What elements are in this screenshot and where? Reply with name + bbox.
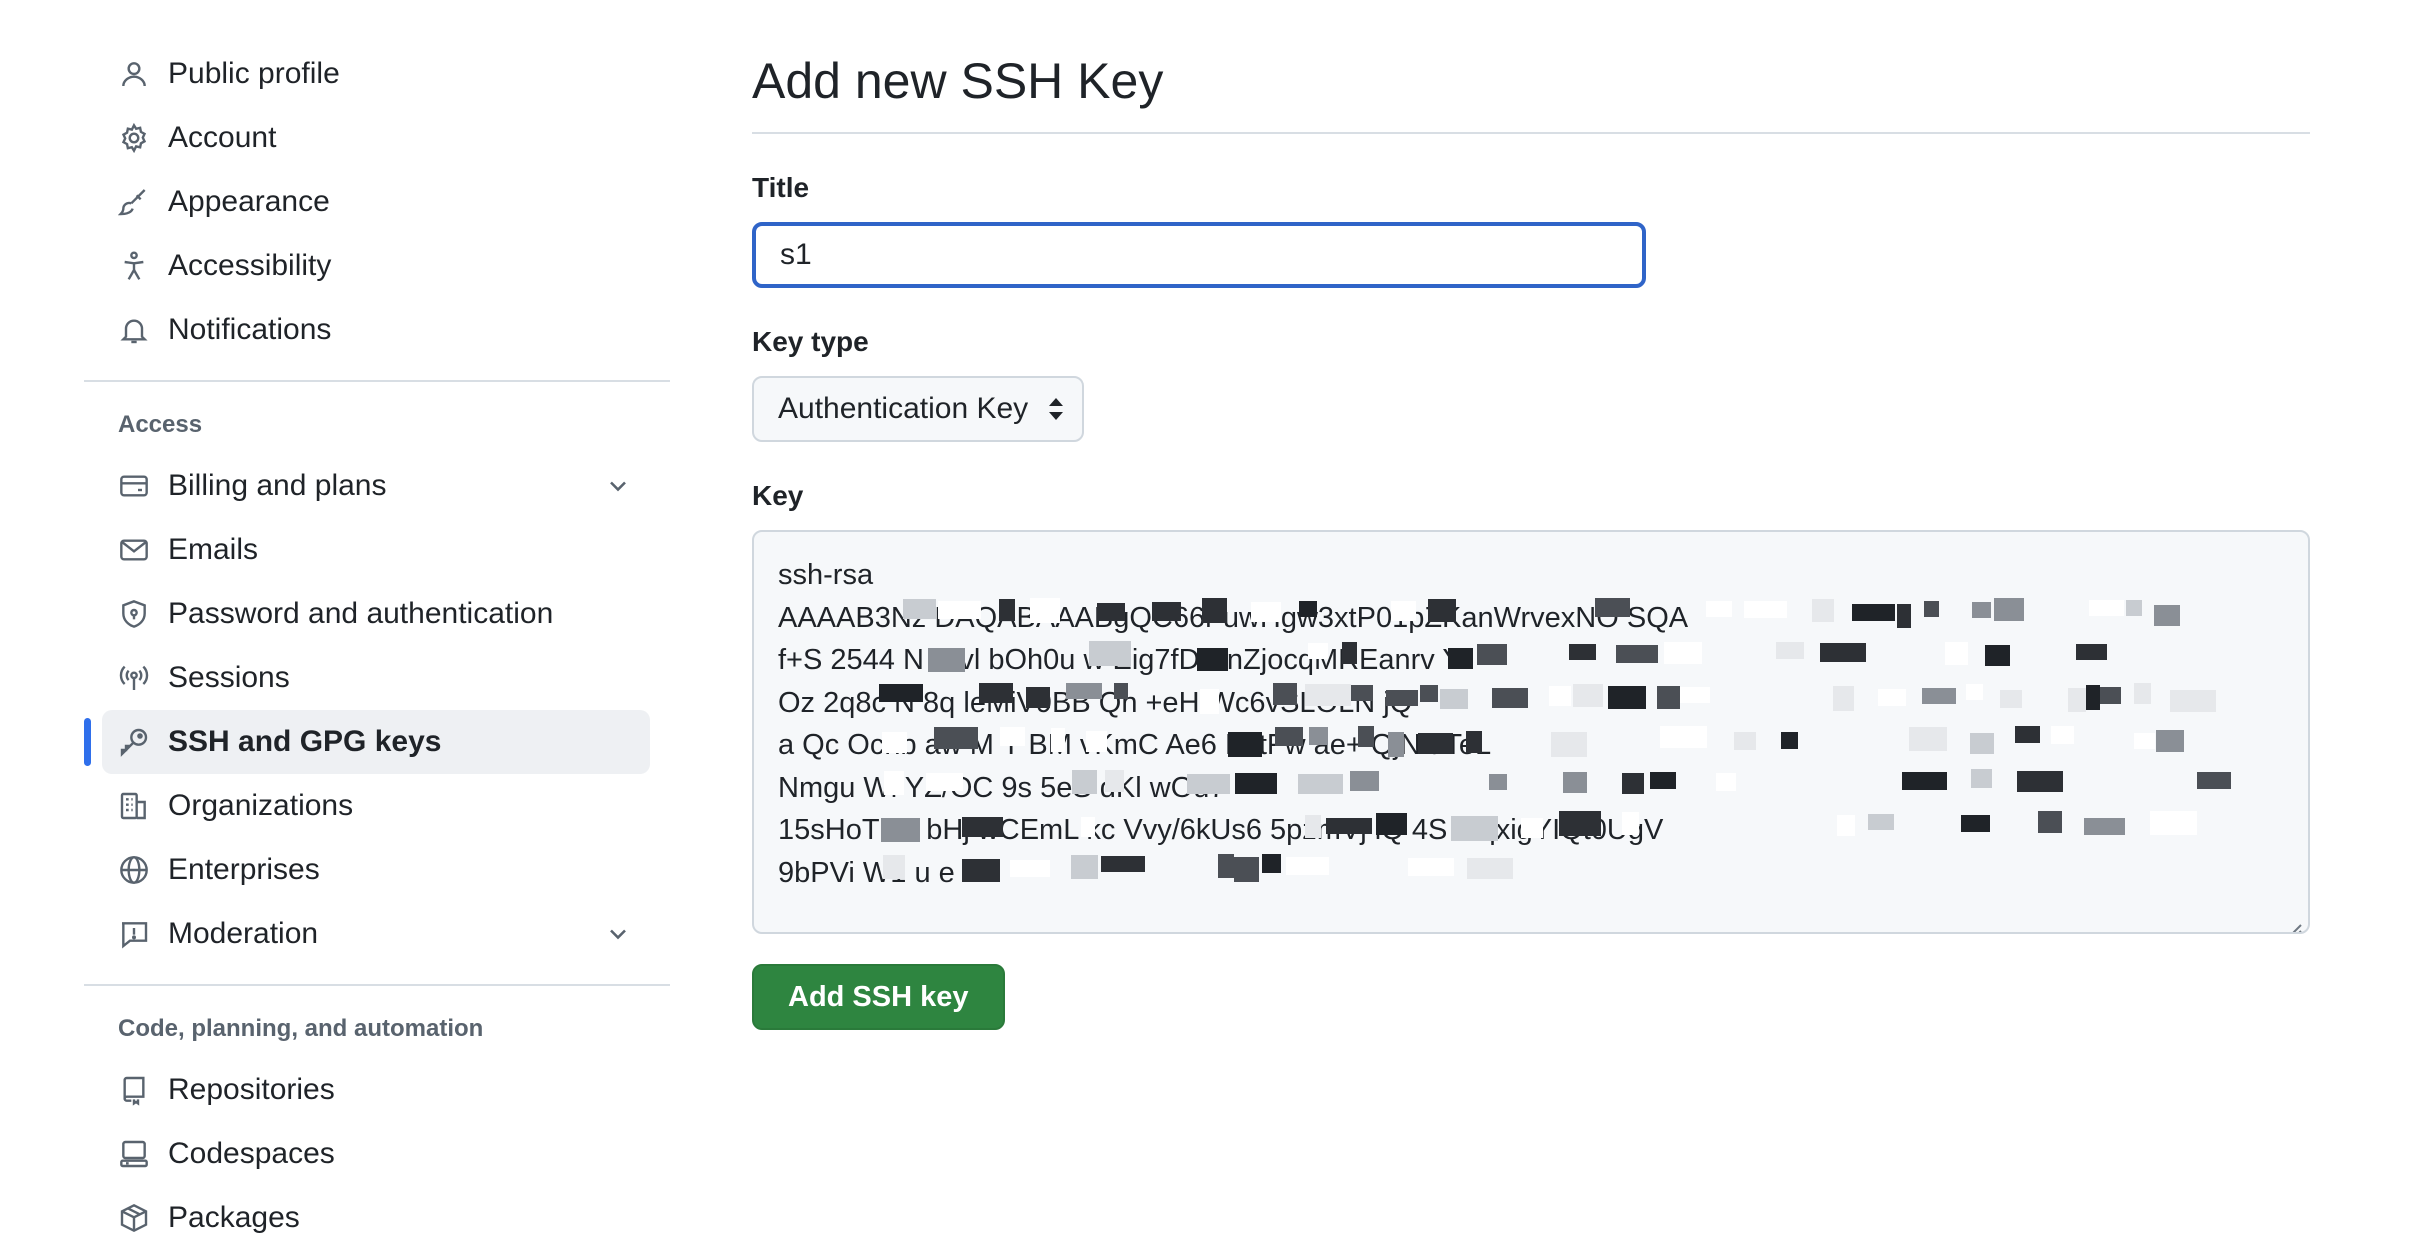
sidebar-item-ssh-and-gpg-keys[interactable]: SSH and GPG keys <box>84 710 650 774</box>
sidebar-item-label: Accessibility <box>168 249 332 282</box>
key-type-select[interactable]: Authentication Key <box>752 376 1085 442</box>
sidebar-item-label: Emails <box>168 533 259 566</box>
main-content: Add new SSH Key Title Key type Authentic… <box>752 40 2310 1030</box>
mail-icon <box>118 534 150 566</box>
key-label: Key <box>752 480 804 511</box>
sidebar-item-notifications[interactable]: Notifications <box>102 298 650 362</box>
key-text-line: a Qc Ocnb aw M Y BM vKmC Ae6 KxtFw ae+ Q… <box>778 729 1492 761</box>
key-text-line: ssh-rsa <box>778 559 874 591</box>
sidebar-item-password-and-authentication[interactable]: Password and authentication <box>102 582 650 646</box>
sidebar-divider <box>84 380 670 382</box>
resize-handle-icon[interactable] <box>2284 908 2302 932</box>
sidebar-item-label: Packages <box>168 1201 300 1234</box>
key-text-line: AAAAB3Nz DAQABAAABgQC66r uwHgw3xtP01pZKa… <box>778 601 1689 634</box>
codespaces-icon <box>118 1138 150 1170</box>
sidebar-item-public-profile[interactable]: Public profile <box>102 42 650 106</box>
title-input[interactable] <box>752 222 1646 288</box>
sidebar-item-label: Appearance <box>168 185 330 218</box>
key-textarea[interactable]: ssh-rsa AAAAB3Nz DAQABAAABgQC66r uwHgw3xt… <box>752 530 2310 934</box>
globe-icon <box>118 854 150 886</box>
package-icon <box>118 1202 150 1234</box>
person-icon <box>118 58 150 90</box>
key-text-line: Oz 2q8c N 8q leMiV9BB Qn +eH Wc6vSLOLN j… <box>778 686 1413 719</box>
sidebar-item-appearance[interactable]: Appearance <box>102 170 650 234</box>
key-text-line: 15sHoTmc bHj wCEmL kc Vvy/6kUs6 5pzmVj i… <box>778 814 1664 846</box>
sidebar-item-accessibility[interactable]: Accessibility <box>102 234 650 298</box>
report-icon <box>118 918 150 950</box>
bell-icon <box>118 314 150 346</box>
sidebar-item-repositories[interactable]: Repositories <box>102 1058 650 1122</box>
settings-page: Public profile Account Appearance Accessibi… <box>0 0 2414 1248</box>
sidebar-item-label: Public profile <box>168 57 340 90</box>
sidebar-item-moderation[interactable]: Moderation <box>102 902 650 966</box>
code-planning-heading: Code, planning, and automation <box>118 1015 484 1042</box>
sidebar-item-organizations[interactable]: Organizations <box>102 774 650 838</box>
sidebar-item-label: Codespaces <box>168 1137 335 1170</box>
add-ssh-key-button[interactable]: Add SSH key <box>752 964 1005 1030</box>
select-arrows-icon <box>1046 395 1066 423</box>
sidebar-item-label: Notifications <box>168 313 332 346</box>
gear-icon <box>118 122 150 154</box>
broadcast-icon <box>118 662 150 694</box>
paintbrush-icon <box>118 186 150 218</box>
key-icon <box>118 726 150 758</box>
key-text-line: f+S 2544 N E vl bOh0u w Eig7fDWnZjocqMRE… <box>778 644 1470 676</box>
sidebar-item-label: Password and authentication <box>168 597 554 630</box>
sidebar-item-label: Sessions <box>168 661 290 694</box>
key-type-selected: Authentication Key <box>778 392 1029 425</box>
sidebar-item-label: Account <box>168 121 277 154</box>
sidebar-item-packages[interactable]: Packages <box>102 1186 650 1248</box>
key-text-line: 9bPVi W1 u e <box>778 856 955 889</box>
title-label: Title <box>752 172 810 203</box>
organization-icon <box>118 790 150 822</box>
sidebar-item-codespaces[interactable]: Codespaces <box>102 1122 650 1186</box>
sidebar-item-label: Organizations <box>168 789 354 822</box>
accessibility-icon <box>118 250 150 282</box>
chevron-down-icon[interactable] <box>604 920 632 948</box>
title-divider <box>752 132 2310 134</box>
chevron-down-icon[interactable] <box>604 472 632 500</box>
sidebar-item-label: Billing and plans <box>168 469 387 502</box>
shield-lock-icon <box>118 598 150 630</box>
repo-icon <box>118 1074 150 1106</box>
sidebar-item-sessions[interactable]: Sessions <box>102 646 650 710</box>
sidebar-item-label: Enterprises <box>168 853 320 886</box>
access-heading: Access <box>118 411 203 438</box>
sidebar-item-account[interactable]: Account <box>102 106 650 170</box>
credit-card-icon <box>118 470 150 502</box>
settings-sidebar: Public profile Account Appearance Accessibi… <box>84 42 670 1248</box>
sidebar-item-enterprises[interactable]: Enterprises <box>102 838 650 902</box>
sidebar-item-emails[interactable]: Emails <box>102 518 650 582</box>
sidebar-item-label: Repositories <box>168 1073 335 1106</box>
page-title: Add new SSH Key <box>752 53 1164 109</box>
sidebar-item-billing-and-plans[interactable]: Billing and plans <box>102 454 650 518</box>
sidebar-item-label: Moderation <box>168 917 319 950</box>
key-text-line: Nmgu Wl YZ/OC 9s 5eS dKl wOu7 <box>778 771 1226 804</box>
sidebar-item-label: SSH and GPG keys <box>168 725 442 758</box>
sidebar-divider <box>84 984 670 986</box>
key-type-label: Key type <box>752 326 869 357</box>
